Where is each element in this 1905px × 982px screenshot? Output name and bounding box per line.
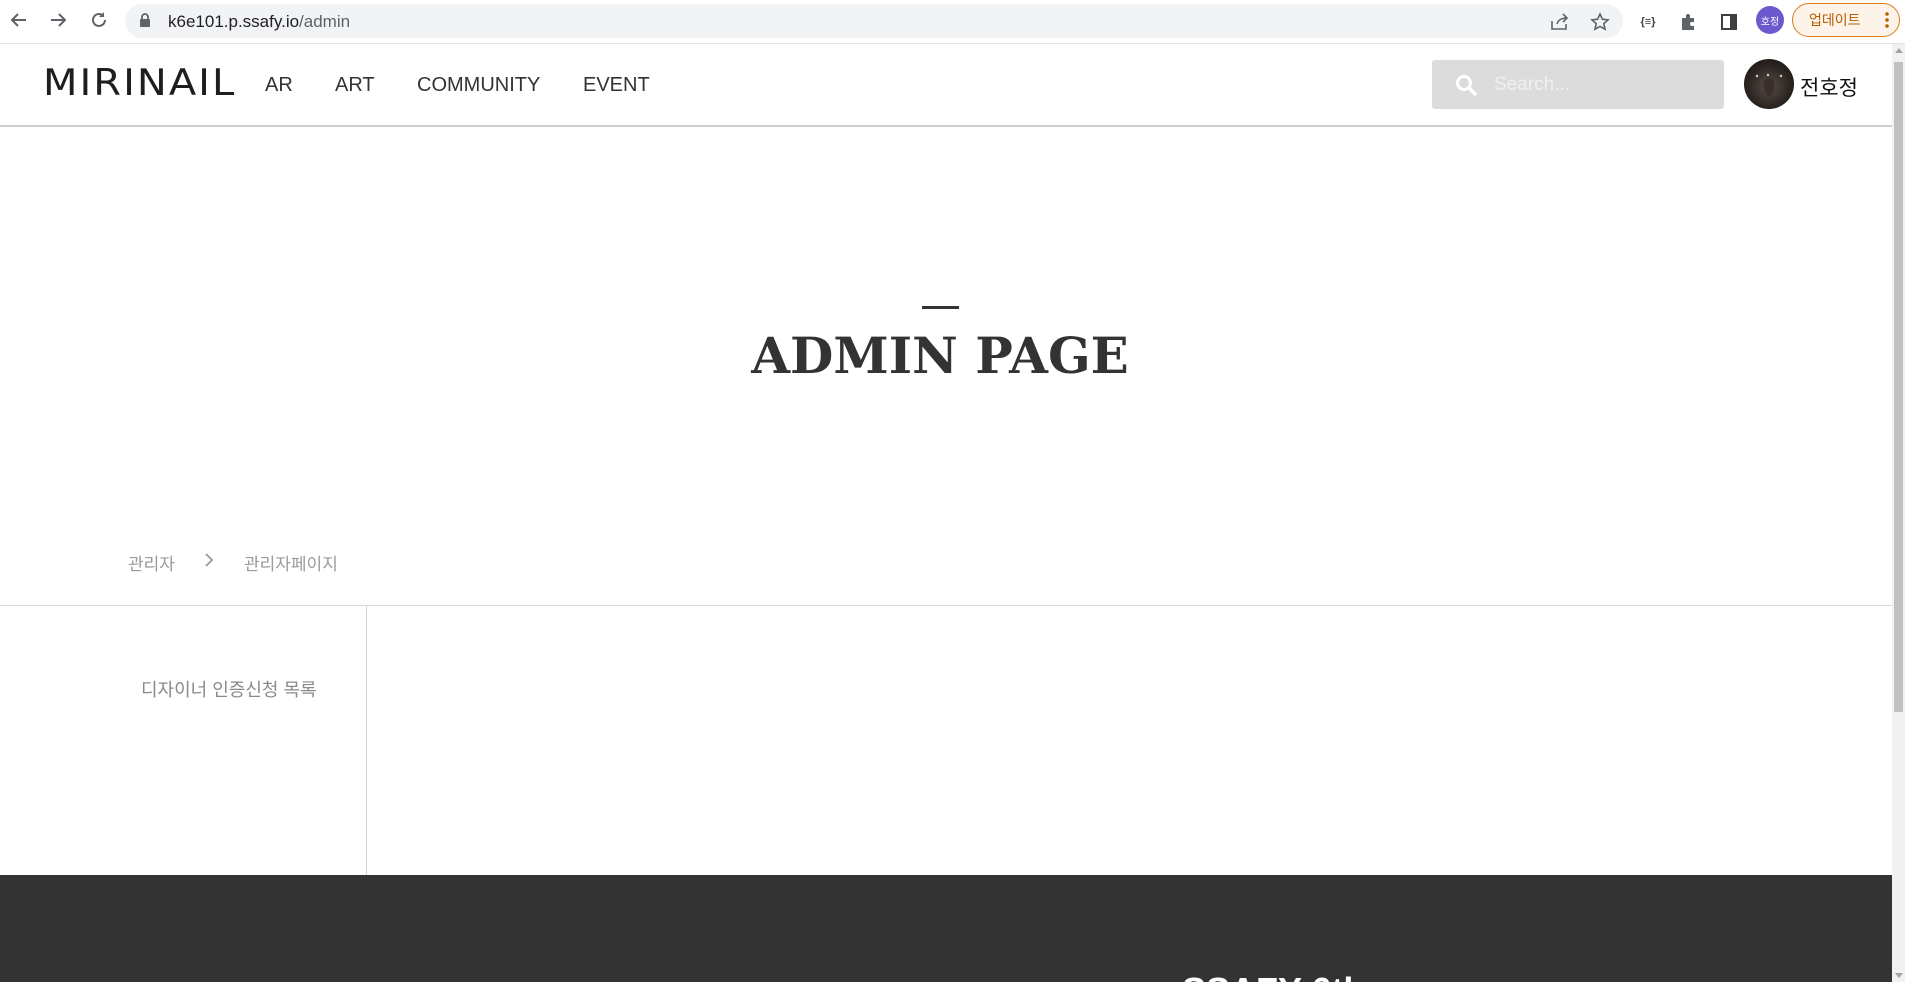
avatar[interactable] [1744,59,1794,109]
reload-icon[interactable] [85,6,113,34]
site-footer: SSAFY 6th [0,875,1892,982]
footer-title: SSAFY 6th [1182,970,1365,982]
nav-item-event[interactable]: EVENT [583,74,650,97]
page-scrollbar[interactable] [1892,44,1905,982]
sidebar-item-designer-requests[interactable]: 디자이너 인증신청 목록 [141,676,317,702]
admin-sidebar: 디자이너 인증신청 목록 [0,606,367,875]
title-accent-dash [922,306,959,309]
nav-item-ar[interactable]: AR [265,74,293,97]
admin-content-area [367,606,1892,875]
nav-item-art[interactable]: ART [335,74,375,97]
lock-icon [139,13,151,33]
update-button[interactable]: 업데이트 [1792,3,1900,37]
side-panel-icon[interactable] [1717,10,1741,34]
page-title: ADMIN PAGE [751,326,1129,385]
kebab-menu-icon [1885,12,1889,31]
json-viewer-extension-icon[interactable]: {≡} [1636,10,1660,34]
url-text: k6e101.p.ssafy.io/admin [168,12,351,31]
share-icon[interactable] [1549,11,1571,33]
search-icon [1454,73,1478,102]
breadcrumb-item-admin[interactable]: 관리자 [128,550,175,575]
scrollbar-thumb[interactable] [1894,62,1903,712]
site-header: MIRINAIL AR ART COMMUNITY EVENT 전호정 [0,44,1892,127]
breadcrumb-item-admin-page[interactable]: 관리자페이지 [244,550,338,575]
site-logo[interactable]: MIRINAIL [43,62,236,104]
chevron-right-icon [204,552,214,573]
puzzle-extensions-icon[interactable] [1677,10,1701,34]
back-arrow-icon[interactable] [5,6,33,34]
scroll-down-arrow-icon[interactable] [1895,973,1903,978]
user-name[interactable]: 전호정 [1800,72,1858,102]
search-box[interactable] [1432,60,1724,109]
star-icon[interactable] [1589,11,1611,33]
address-bar[interactable]: k6e101.p.ssafy.io/admin [125,4,1623,38]
search-input[interactable] [1492,72,1716,98]
browser-profile-avatar[interactable]: 호정 [1756,6,1784,34]
nav-item-community[interactable]: COMMUNITY [417,74,540,97]
scroll-up-arrow-icon[interactable] [1895,48,1903,53]
update-label: 업데이트 [1809,12,1861,28]
browser-toolbar: k6e101.p.ssafy.io/admin {≡} 호정 업데이트 [0,0,1905,44]
forward-arrow-icon[interactable] [44,6,72,34]
